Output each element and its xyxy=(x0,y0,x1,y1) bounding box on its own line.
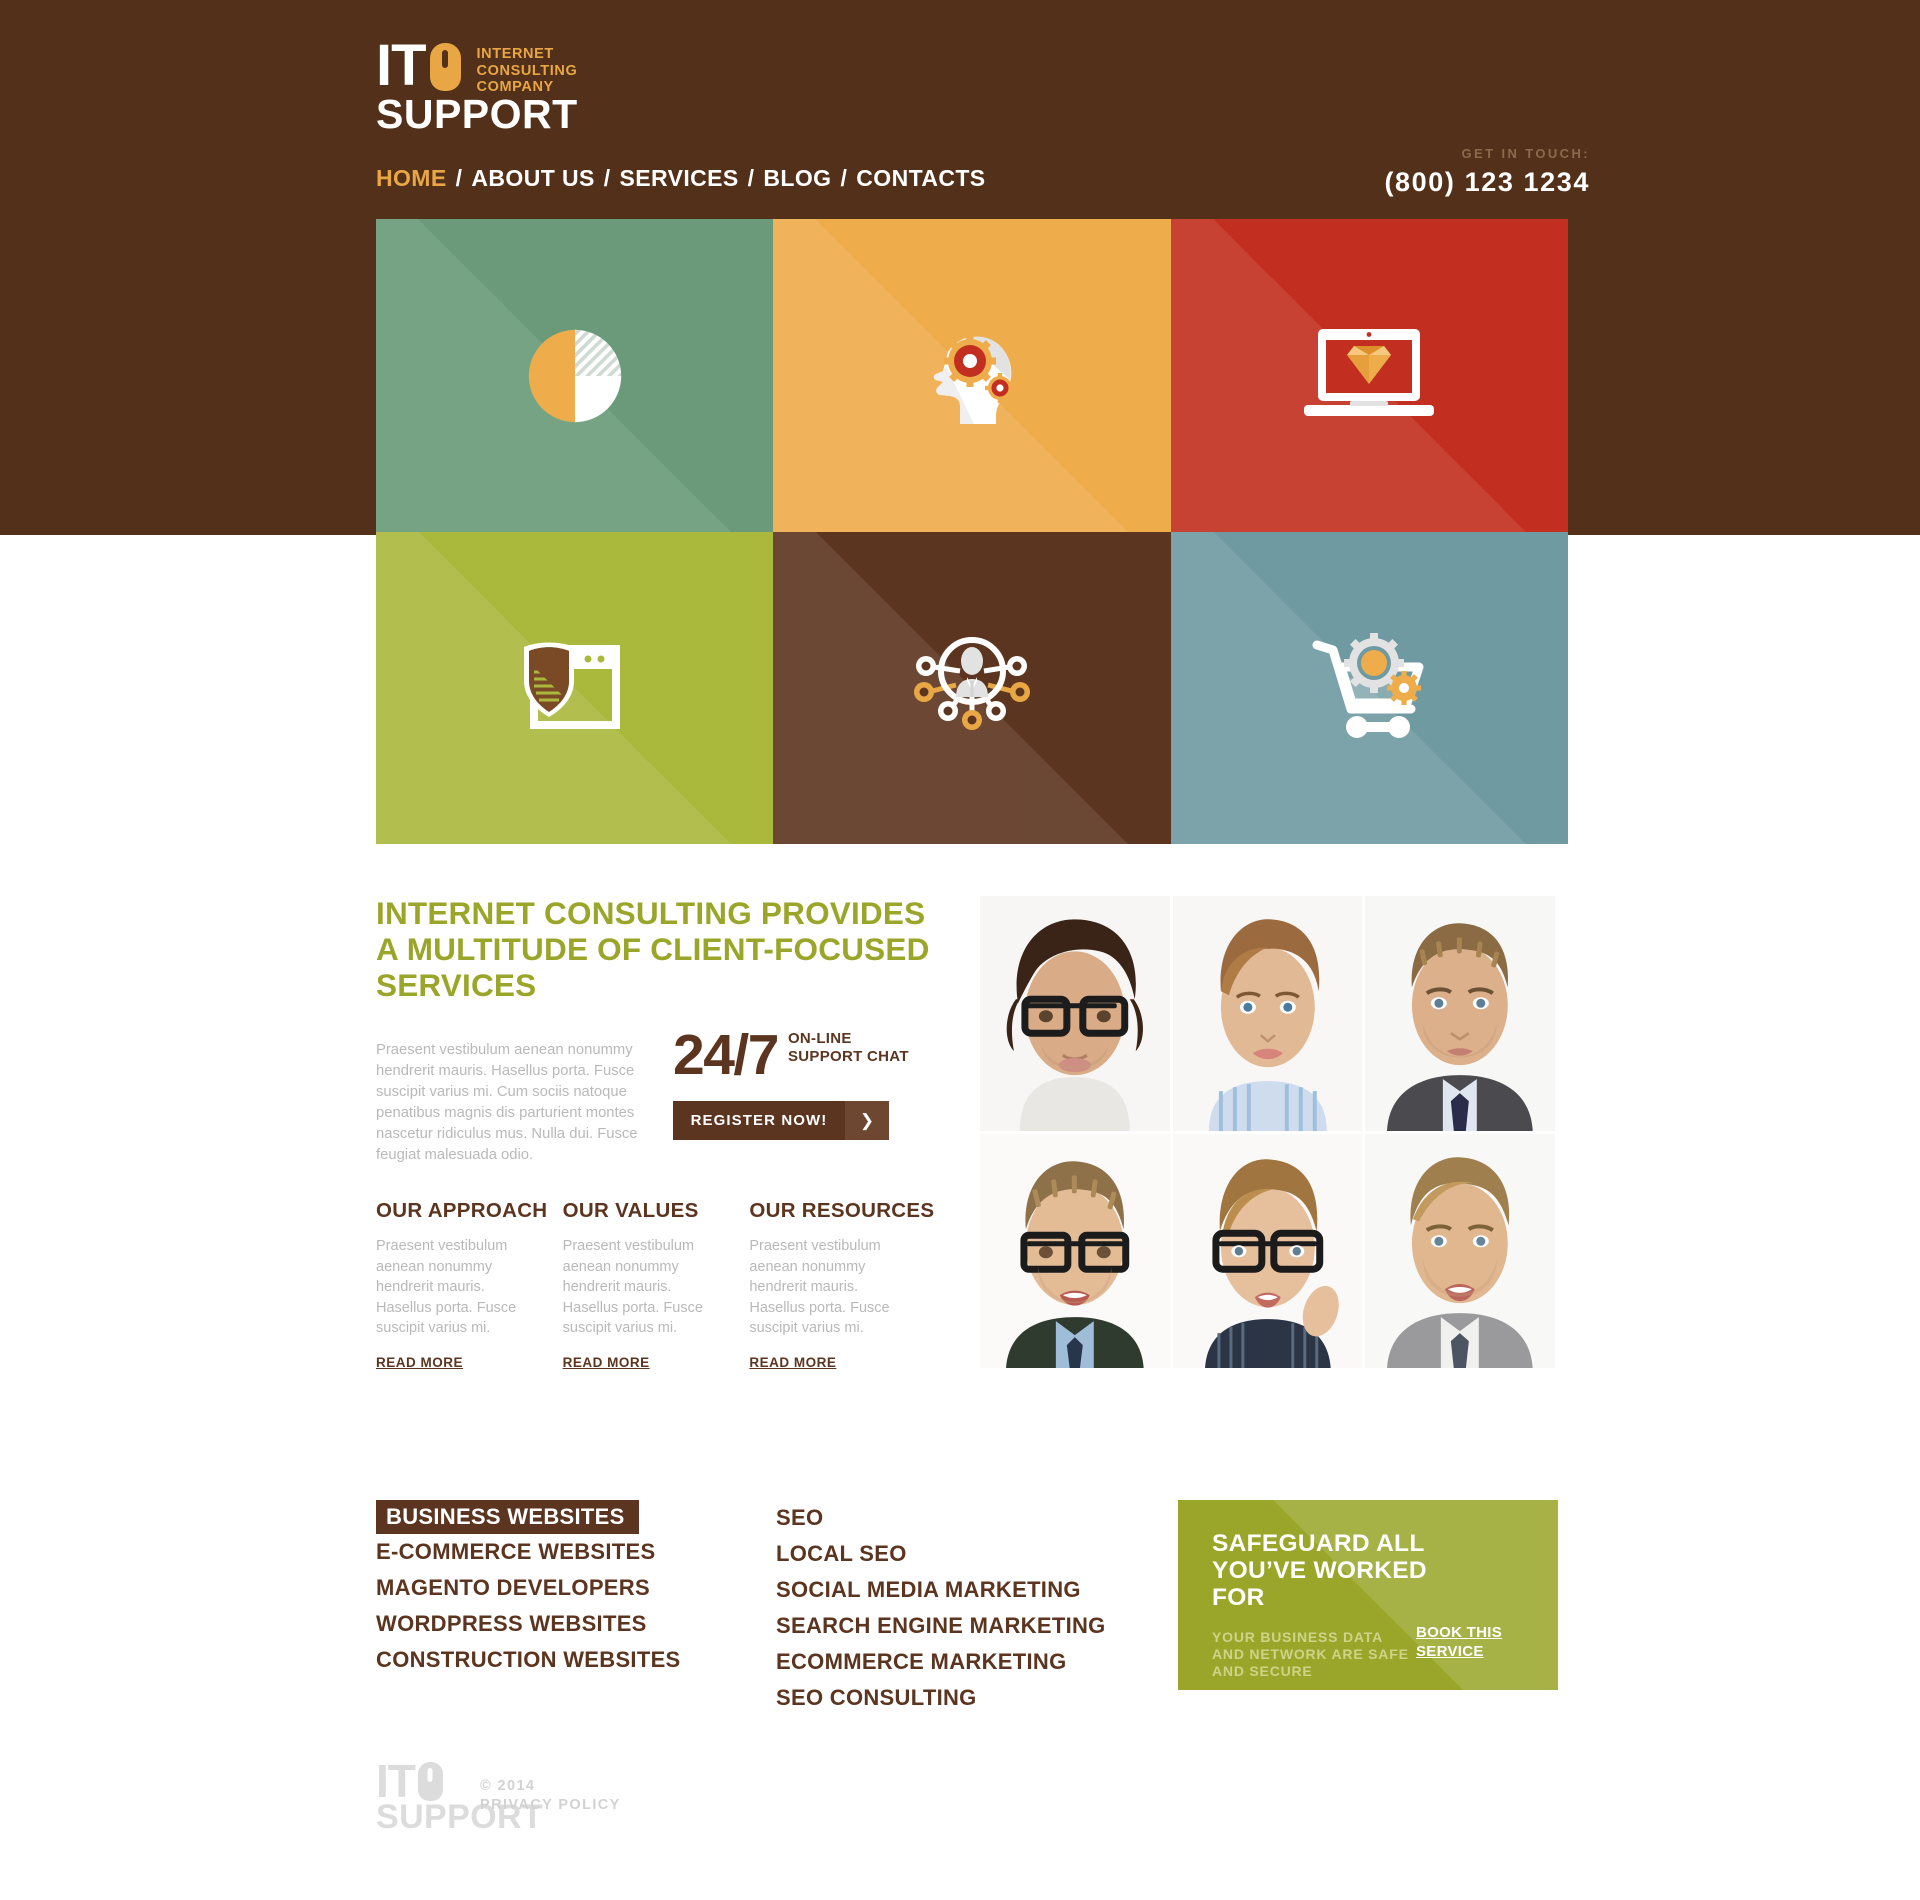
services-list-seo: SEO LOCAL SEO SOCIAL MEDIA MARKETING SEA… xyxy=(776,1500,1176,1716)
service-link-wordpress-websites[interactable]: WORDPRESS WEBSITES xyxy=(376,1606,706,1642)
nav-item-about-us[interactable]: ABOUT US xyxy=(471,165,594,191)
service-link-construction-websites[interactable]: CONSTRUCTION WEBSITES xyxy=(376,1642,706,1678)
nav-item-services[interactable]: SERVICES xyxy=(620,165,739,191)
footer-meta: © 2014 PRIVACY POLICY xyxy=(480,1778,621,1813)
network-person-icon xyxy=(914,637,1031,730)
team-photo-man-with-glasses-dark-hair xyxy=(980,896,1170,1131)
nav-separator: / xyxy=(603,165,611,191)
feature-column-approach: OUR APPROACH Praesent vestibulum aenean … xyxy=(376,1200,563,1372)
feature-column-resources: OUR RESOURCES Praesent vestibulum aenean… xyxy=(749,1200,936,1372)
team-photo-smiling-man-with-glasses xyxy=(980,1133,1170,1368)
support-chat-hours: 24/7 xyxy=(673,1023,779,1087)
tile-pie-chart[interactable] xyxy=(376,219,774,532)
nav-item-blog[interactable]: BLOG xyxy=(763,165,831,191)
service-link-ecommerce-marketing[interactable]: ECOMMERCE MARKETING xyxy=(776,1644,1176,1680)
logo[interactable]: IT INTERNET CONSULTING COMPANY SUPPORT xyxy=(376,33,796,138)
main-navigation: HOME / ABOUT US / SERVICES / BLOG / CONTACTS xyxy=(376,165,986,192)
logo-tagline: INTERNET CONSULTING COMPANY xyxy=(477,46,578,96)
head-gears-icon xyxy=(933,335,1015,424)
team-photo-grid xyxy=(980,896,1555,1368)
register-now-button[interactable]: REGISTER NOW! ❯ xyxy=(673,1101,889,1140)
nav-item-contacts[interactable]: CONTACTS xyxy=(856,165,985,191)
book-this-service-link[interactable]: BOOK THIS SERVICE xyxy=(1416,1623,1526,1661)
intro-paragraph: Praesent vestibulum aenean nonummy hendr… xyxy=(376,1042,638,1163)
tile-shield-browser[interactable] xyxy=(376,532,774,844)
team-photo-man-in-suit-short-hair xyxy=(1365,896,1555,1131)
service-link-search-engine-marketing[interactable]: SEARCH ENGINE MARKETING xyxy=(776,1608,1176,1644)
support-chat-label: ON-LINE SUPPORT CHAT xyxy=(787,1030,909,1065)
contact-phone[interactable]: (800) 123 1234 xyxy=(1270,167,1590,198)
cart-gears-icon xyxy=(1312,632,1424,738)
services-list-websites: BUSINESS WEBSITES E-COMMERCE WEBSITES MA… xyxy=(376,1500,706,1678)
nav-item-home[interactable]: HOME xyxy=(376,165,447,191)
contact-label: GET IN TOUCH: xyxy=(1461,146,1590,161)
service-tiles-grid xyxy=(376,219,1568,844)
nav-separator: / xyxy=(747,165,755,191)
service-link-e-commerce-websites[interactable]: E-COMMERCE WEBSITES xyxy=(376,1534,706,1570)
pie-chart-icon xyxy=(528,329,621,422)
service-link-magento-developers[interactable]: MAGENTO DEVELOPERS xyxy=(376,1570,706,1606)
chevron-right-icon: ❯ xyxy=(845,1101,889,1140)
register-now-label: REGISTER NOW! xyxy=(690,1112,828,1129)
service-link-seo[interactable]: SEO xyxy=(776,1500,1176,1536)
read-more-link-approach[interactable]: READ MORE xyxy=(376,1355,463,1370)
read-more-link-values[interactable]: READ MORE xyxy=(563,1355,650,1370)
feature-columns: OUR APPROACH Praesent vestibulum aenean … xyxy=(376,1200,936,1372)
logo-top-row: IT INTERNET CONSULTING COMPANY xyxy=(376,33,796,98)
mouse-icon xyxy=(417,1762,443,1801)
service-link-seo-consulting[interactable]: SEO CONSULTING xyxy=(776,1680,1176,1716)
tile-network-person[interactable] xyxy=(773,532,1171,844)
team-photo-smiling-woman-with-glasses xyxy=(1172,1133,1363,1368)
promo-heading: SAFEGUARD ALL YOU’VE WORKED FOR xyxy=(1212,1530,1427,1611)
promo-banner-safeguard[interactable]: SAFEGUARD ALL YOU’VE WORKED FOR YOUR BUS… xyxy=(1178,1500,1558,1690)
logo-tagline-line-2: CONSULTING xyxy=(476,62,578,79)
feature-title: OUR VALUES xyxy=(562,1199,699,1222)
nav-separator: / xyxy=(455,165,463,191)
logo-support-text: SUPPORT xyxy=(376,90,578,137)
service-link-local-seo[interactable]: LOCAL SEO xyxy=(776,1536,1176,1572)
feature-title: OUR APPROACH xyxy=(376,1199,548,1222)
feature-column-values: OUR VALUES Praesent vestibulum aenean no… xyxy=(563,1200,750,1372)
read-more-link-resources[interactable]: READ MORE xyxy=(749,1355,836,1370)
promo-subtext: YOUR BUSINESS DATA AND NETWORK ARE SAFE … xyxy=(1212,1629,1409,1679)
support-chat-heading: 24/7 ON-LINE SUPPORT CHAT xyxy=(673,1023,923,1087)
team-photo-smiling-man-grey-suit xyxy=(1365,1133,1555,1368)
tile-cart-gears[interactable] xyxy=(1170,532,1568,844)
contact-block: GET IN TOUCH: (800) 123 1234 xyxy=(1270,146,1590,198)
service-link-social-media-marketing[interactable]: SOCIAL MEDIA MARKETING xyxy=(776,1572,1176,1608)
shield-browser-icon xyxy=(524,642,621,729)
site-footer: IT SUPPORT © 2014 PRIVACY POLICY xyxy=(0,1755,1920,1900)
support-chat-block: 24/7 ON-LINE SUPPORT CHAT REGISTER NOW! … xyxy=(673,1023,923,1140)
logo-tagline-line-1: INTERNET xyxy=(476,46,554,62)
nav-separator: / xyxy=(840,165,848,191)
logo-it-text: IT xyxy=(376,33,427,98)
copyright-text: © 2014 xyxy=(480,1778,536,1794)
laptop-diamond-icon xyxy=(1304,328,1435,416)
feature-body: Praesent vestibulum aenean nonummy hendr… xyxy=(562,1238,703,1336)
service-link-business-websites[interactable]: BUSINESS WEBSITES xyxy=(376,1500,639,1534)
privacy-policy-link[interactable]: PRIVACY POLICY xyxy=(480,1797,621,1813)
tile-head-gears[interactable] xyxy=(773,219,1171,532)
feature-title: OUR RESOURCES xyxy=(749,1199,935,1222)
feature-body: Praesent vestibulum aenean nonummy hendr… xyxy=(376,1238,517,1336)
feature-body: Praesent vestibulum aenean nonummy hendr… xyxy=(749,1238,890,1336)
mouse-icon xyxy=(429,43,461,91)
footer-logo-it-text: IT xyxy=(376,1755,416,1807)
page-title: INTERNET CONSULTING PROVIDES A MULTITUDE… xyxy=(376,895,930,1003)
tile-laptop-diamond[interactable] xyxy=(1170,219,1568,532)
team-photo-woman-short-hair-striped-shirt xyxy=(1172,896,1363,1131)
